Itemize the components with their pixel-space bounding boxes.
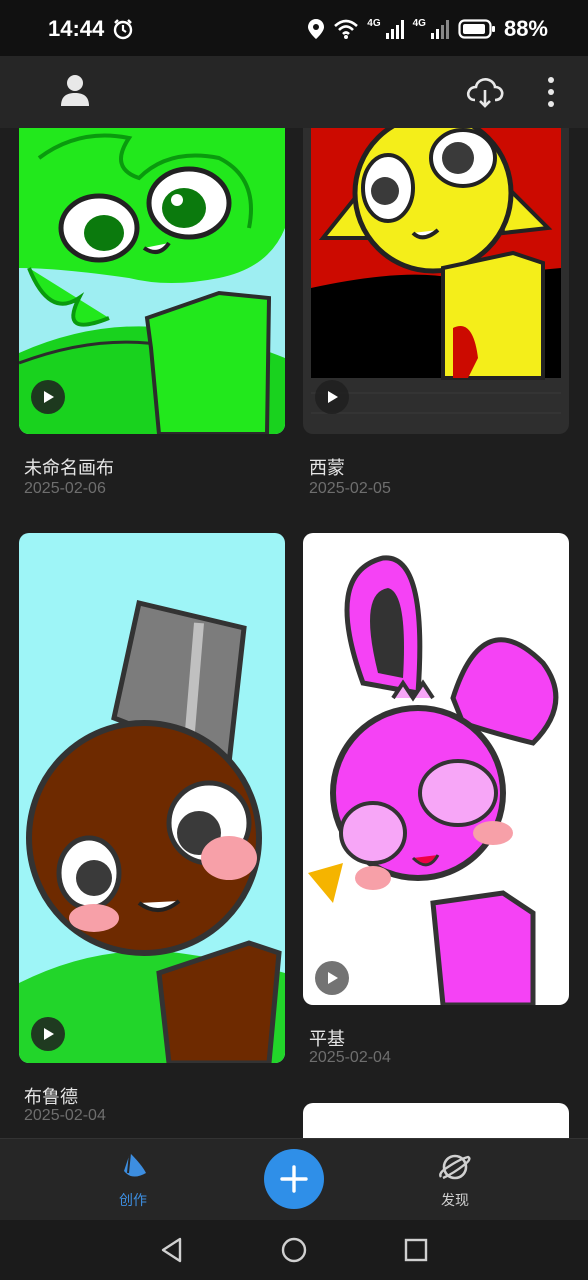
artwork-thumbnail[interactable] [19,128,285,434]
more-vertical-icon[interactable] [536,72,566,112]
back-icon[interactable] [158,1236,186,1264]
signal-icon-2 [430,20,449,39]
add-artwork-button[interactable] [264,1149,324,1209]
nav-discover-label: 发现 [441,1192,469,1208]
location-icon [308,19,325,39]
nav-create-label: 创作 [119,1192,147,1208]
nav-discover-tab[interactable]: 发现 [415,1151,495,1210]
artwork-date: 2025-02-06 [24,480,106,497]
play-icon[interactable] [315,380,349,414]
network-type-1: 4G [367,17,381,29]
recents-icon[interactable] [402,1236,430,1264]
play-icon[interactable] [315,961,349,995]
artwork-thumbnail[interactable] [303,128,569,434]
status-time: 14:44 [48,16,105,41]
artwork-card[interactable]: 平基 2025-02-04 [303,533,569,1093]
status-bar: 14:44 4G 4G 88% [0,0,588,56]
artwork-card[interactable] [303,1103,569,1138]
network-type-2: 4G [412,17,426,29]
artwork-card[interactable]: 西蒙 2025-02-05 [303,128,569,508]
artwork-title: 西蒙 [309,458,345,478]
alarm-icon [113,19,133,40]
cloud-sync-icon[interactable] [465,74,505,110]
artwork-title: 未命名画布 [24,458,114,478]
artwork-gallery[interactable]: 未命名画布 2025-02-06 西蒙 2025-02-05 布鲁德 2025-… [0,128,588,1138]
planet-icon [439,1154,471,1180]
artwork-thumbnail[interactable] [303,533,569,1005]
status-indicators: 4G 4G 88% [307,16,548,42]
plus-icon [280,1165,308,1193]
person-icon[interactable] [56,72,94,110]
app-header [0,56,588,128]
battery-icon [458,19,495,39]
play-icon[interactable] [31,1017,65,1051]
battery-percent: 88% [503,16,548,41]
artwork-card[interactable]: 未命名画布 2025-02-06 [19,128,285,508]
home-icon[interactable] [280,1236,308,1264]
wifi-icon [334,19,359,39]
artwork-title: 布鲁德 [24,1087,78,1107]
artwork-date: 2025-02-04 [24,1107,106,1124]
artwork-date: 2025-02-04 [309,1049,391,1066]
bottom-navigation: 创作 发现 [0,1138,588,1220]
artwork-thumbnail[interactable] [303,1103,569,1138]
artwork-thumbnail[interactable] [19,533,285,1063]
artwork-title: 平基 [309,1029,345,1049]
artwork-card[interactable]: 布鲁德 2025-02-04 [19,533,285,1133]
brush-icon [124,1152,146,1177]
artwork-date: 2025-02-05 [309,480,391,497]
play-icon[interactable] [31,380,65,414]
system-navigation-bar [0,1220,588,1280]
nav-create-tab[interactable]: 创作 [93,1151,173,1210]
signal-icon-1 [385,20,404,39]
